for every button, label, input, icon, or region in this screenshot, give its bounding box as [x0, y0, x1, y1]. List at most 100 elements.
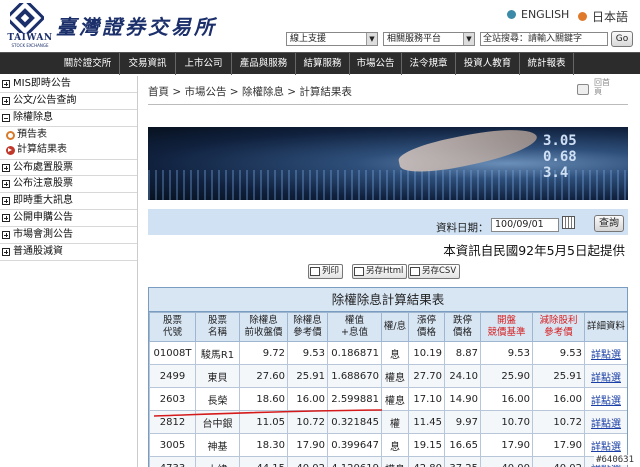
- nav-item-statistics[interactable]: 統計報表: [520, 53, 574, 75]
- sidebar-sub-results[interactable]: 計算結果表: [6, 143, 67, 157]
- table-cell: 息: [381, 341, 409, 365]
- twse-logo[interactable]: TAIWAN STOCK EXCHANGE: [4, 3, 52, 49]
- lang-japanese-link[interactable]: 日本語: [578, 8, 628, 25]
- sidebar-item-mis[interactable]: MIS即時公告: [0, 76, 137, 93]
- results-table: 除權除息計算結果表 股票 代號 股票 名稱 除權息 前收盤價 除權息 參考價 權值 +息值 權/息漲…: [148, 287, 628, 467]
- table-cell: 25.90: [480, 364, 533, 388]
- table-cell: 9.53: [480, 341, 533, 365]
- sidebar-item-disposition[interactable]: 公布處置股票: [0, 159, 137, 176]
- sidebar-item-label: 公文/公告查詢: [13, 95, 77, 106]
- table-title: 除權除息計算結果表: [149, 288, 627, 312]
- sidebar-item-material-news[interactable]: 即時重大訊息: [0, 193, 137, 210]
- table-cell: 權息: [381, 456, 409, 467]
- column-header-line: 參考價: [293, 327, 322, 338]
- results-grid: 股票 代號 股票 名稱 除權息 前收盤價 除權息 參考價 權值 +息值 權/息 漲停 價格 跌停 價格 開盤競…: [149, 312, 627, 467]
- sidebar-item-label: MIS即時公告: [13, 78, 71, 89]
- service-platform-select[interactable]: 相關服務平台 ▼: [383, 32, 475, 46]
- print-icon[interactable]: [577, 84, 589, 95]
- column-header: 除權息 參考價: [287, 312, 328, 342]
- detail-link[interactable]: 詳點選: [584, 341, 627, 365]
- column-header-line: 除權息: [293, 315, 322, 326]
- table-cell: 0.399647: [327, 433, 382, 457]
- lang-english-link[interactable]: ENGLISH: [507, 8, 569, 21]
- table-cell: 上緯: [195, 456, 240, 467]
- nav-item-clearing[interactable]: 結算服務: [296, 53, 350, 75]
- nav-item-trading[interactable]: 交易資訊: [120, 53, 176, 75]
- site-name: 臺灣證券交易所: [56, 15, 217, 39]
- table-cell: 長榮: [195, 387, 240, 411]
- nav-item-products[interactable]: 產品與服務: [232, 53, 296, 75]
- date-input[interactable]: 100/09/01: [491, 218, 559, 232]
- bullet-icon: [507, 10, 516, 19]
- sidebar-item-label: 普通股減資: [13, 246, 63, 257]
- banner-digits: 3.05 0.68 3.4: [543, 133, 577, 181]
- table-cell: 0.186871: [327, 341, 382, 365]
- nav-item-about[interactable]: 關於證交所: [56, 53, 120, 75]
- column-header: 開盤 競價基準: [480, 312, 533, 342]
- table-cell: 17.10: [408, 387, 445, 411]
- query-button[interactable]: 查詢: [594, 215, 624, 232]
- nav-item-listed[interactable]: 上市公司: [176, 53, 232, 75]
- table-cell: 10.72: [532, 410, 585, 434]
- expand-icon: [2, 214, 10, 222]
- column-header-line: 減除股利: [539, 315, 578, 326]
- sidebar-item-attention[interactable]: 公布注意股票: [0, 176, 137, 193]
- sidebar-sub-label: 計算結果表: [17, 144, 67, 155]
- sidebar-item-capital-reduction[interactable]: 普通股減資: [0, 244, 137, 261]
- sidebar-sub-preview[interactable]: 預告表: [6, 128, 47, 142]
- column-header: 詳細資料: [584, 312, 627, 342]
- sidebar-item-ex-rights[interactable]: 除權除息: [0, 110, 137, 127]
- table-cell: 10.19: [408, 341, 445, 365]
- table-cell: 27.70: [408, 364, 445, 388]
- column-header: 減除股利 參考價: [532, 312, 585, 342]
- column-header-line: +息值: [341, 327, 368, 338]
- table-cell: 44.15: [239, 456, 288, 467]
- save-icon: [410, 267, 420, 276]
- column-header-line: 除權息: [249, 315, 278, 326]
- print-label: 列印: [322, 266, 340, 276]
- table-cell: 17.90: [532, 433, 585, 457]
- nav-item-investor-edu[interactable]: 投資人教育: [456, 53, 520, 75]
- site-search-input[interactable]: 全站搜尋：請輸入關鍵字: [480, 32, 608, 46]
- column-header-line: 詳細資料: [586, 321, 625, 332]
- detail-link[interactable]: 詳點選: [584, 387, 627, 411]
- table-cell: 權: [381, 410, 409, 434]
- save-csv-label: 另存CSV: [422, 266, 457, 276]
- table-cell: 9.97: [444, 410, 481, 434]
- calendar-icon[interactable]: [562, 216, 575, 229]
- table-cell: 11.45: [408, 410, 445, 434]
- sidebar-item-market-test[interactable]: 市場會測公告: [0, 227, 137, 244]
- logo-text: TAIWAN: [7, 33, 53, 43]
- back-home-link[interactable]: 回首頁: [594, 78, 610, 96]
- table-cell: 18.30: [239, 433, 288, 457]
- nav-item-announcements[interactable]: 市場公告: [350, 53, 402, 75]
- nav-item-regulations[interactable]: 法令規章: [402, 53, 456, 75]
- search-go-button[interactable]: Go: [611, 31, 633, 47]
- table-cell: 16.00: [480, 387, 533, 411]
- detail-link[interactable]: 詳點選: [584, 364, 627, 388]
- column-header: 權/息: [381, 312, 409, 342]
- table-cell: 4.120619: [327, 456, 382, 467]
- detail-link[interactable]: 詳點選: [584, 410, 627, 434]
- save-csv-button[interactable]: 另存CSV: [408, 264, 461, 279]
- sidebar-item-documents[interactable]: 公文/公告查詢: [0, 93, 137, 110]
- table-cell: 9.53: [532, 341, 585, 365]
- sidebar-item-subscription[interactable]: 公開申購公告: [0, 210, 137, 227]
- column-header-line: 股票: [207, 315, 227, 326]
- table-cell: 2.599881: [327, 387, 382, 411]
- online-support-select[interactable]: 線上支援 ▼: [286, 32, 378, 46]
- table-cell: 40.02: [532, 456, 585, 467]
- detail-link[interactable]: 詳點選: [584, 433, 627, 457]
- table-cell: 24.10: [444, 364, 481, 388]
- save-html-button[interactable]: 另存Html: [352, 264, 408, 279]
- table-row: 2499 東貝 27.60 25.91 1.688670 權息 27.70 24.10 25.9…: [149, 364, 627, 388]
- table-cell: 4733: [149, 456, 196, 467]
- expand-icon: [2, 97, 10, 105]
- table-cell: 權息: [381, 387, 409, 411]
- column-header-line: 競價基準: [487, 327, 526, 338]
- table-cell: 東貝: [195, 364, 240, 388]
- banner-digit: 0.68: [543, 149, 577, 165]
- table-cell: 權息: [381, 364, 409, 388]
- chevron-down-icon: ▼: [366, 33, 377, 45]
- print-button[interactable]: 列印: [308, 264, 344, 279]
